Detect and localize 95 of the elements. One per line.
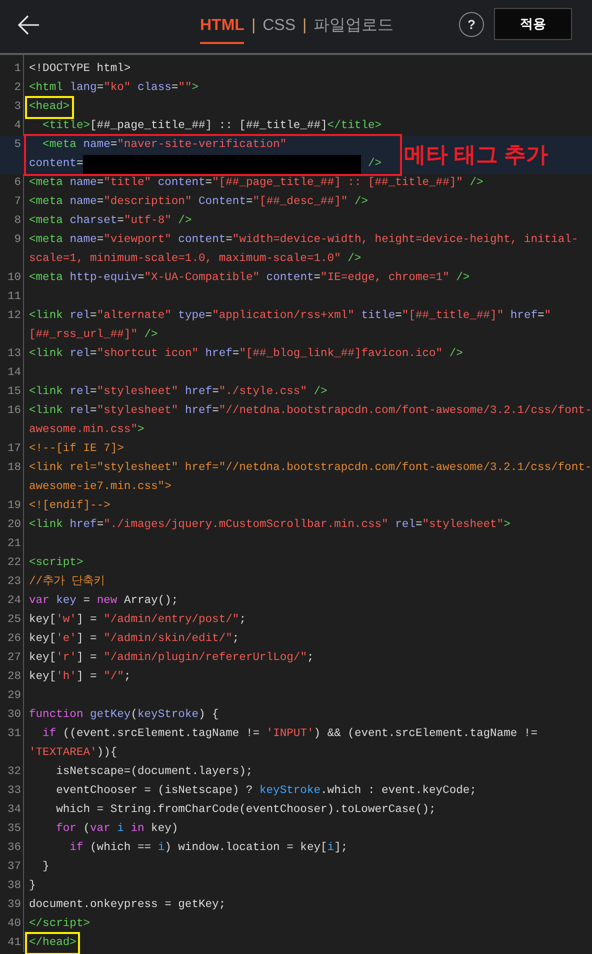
help-button[interactable]: ? [459, 12, 484, 37]
line-number: 36 [7, 842, 21, 854]
code-line: <meta name="viewport" content="width=device-width, height=device-height, initial- [29, 232, 578, 248]
code-line: } [29, 878, 36, 894]
line-number: 15 [7, 386, 21, 398]
line-number: 29 [7, 690, 21, 702]
tab[interactable]: HTML [200, 8, 244, 44]
line-number: 4 [14, 120, 21, 132]
line-number: 25 [7, 614, 21, 626]
line-number: 9 [14, 234, 21, 246]
code-line: [##_rss_url_##]" /> [29, 328, 158, 343]
code-line: awesome-ie7.min.css"> [29, 480, 172, 495]
line-number: 21 [7, 538, 21, 550]
line-number: 34 [7, 804, 21, 816]
line-number: 14 [7, 367, 21, 379]
line-number: 30 [7, 709, 21, 721]
line-number: 10 [7, 272, 21, 284]
code-text: /> [367, 156, 382, 172]
line-number: 27 [7, 652, 21, 664]
code-line: </script> [29, 916, 90, 932]
code-line: key['e'] = "/admin/skin/edit/"; [29, 632, 240, 647]
line-number: 19 [7, 500, 21, 512]
line-number: 3 [14, 101, 21, 113]
line-number: 11 [7, 291, 21, 303]
line-number: 40 [7, 918, 21, 930]
code-text: content [29, 157, 76, 172]
code-line: document.onkeypress = getKey; [29, 898, 226, 913]
line-number: 17 [7, 443, 21, 455]
line-number: 5 [14, 139, 21, 151]
code-line: eventChooser = (isNetscape) ? keyStroke.which : event.keyCode; [55, 784, 476, 799]
code-line: <![endif]--> [29, 498, 110, 514]
line-number: 32 [7, 766, 21, 778]
line-number: 8 [14, 215, 21, 227]
code-line: if ((event.srcElement.tagName != 'INPUT') && (event.srcElement.tagName != [42, 726, 538, 742]
tab-separator: | [302, 16, 307, 36]
annotation-label: 메타 태그 추가 [404, 142, 548, 168]
line-number: 2 [14, 82, 21, 94]
line-number: 1 [14, 63, 21, 75]
line-number: 31 [7, 728, 21, 740]
line-number: 16 [7, 405, 21, 417]
code-line: key['r'] = "/admin/plugin/refererUrlLog/"; [29, 650, 314, 666]
code-line: <link rel="stylesheet" href="//netdna.bootstrapcdn.com/font-awesome/3.2.1/css/font- [29, 460, 592, 476]
line-number: 6 [14, 177, 21, 189]
line-number: 20 [7, 519, 21, 531]
code-line: <html lang="ko" class=""> [29, 80, 199, 96]
tab[interactable]: CSS [262, 8, 296, 44]
line-number: 12 [7, 310, 21, 322]
line-number: 23 [7, 576, 21, 588]
code-line: key['w'] = "/admin/entry/post/"; [29, 612, 246, 628]
code-line: <link rel="shortcut icon" href="[##_blog_link_##]favicon.ico" /> [29, 346, 463, 362]
code-line: <script> [29, 556, 84, 571]
code-line: scale=1, minimum-scale=1.0, maximum-scale=1.0" /> [29, 252, 362, 267]
code-line: <meta name="description" Content="[##_desc_##]" /> [29, 194, 368, 210]
code-line: which = String.fromCharCode(eventChooser).toLowerCase(); [55, 802, 436, 818]
line-number: 24 [7, 595, 21, 607]
code-line: <link rel="alternate" type="application/rss+xml" title="[##_title_##]" href=" [29, 308, 552, 324]
line-number: 33 [7, 785, 21, 797]
code-line: <meta http-equiv="X-UA-Compatible" content="IE=edge, chrome=1" /> [29, 270, 470, 286]
code-line: <meta charset="utf-8" /> [29, 214, 192, 229]
code-line: <meta name="naver-site-verification" [42, 138, 287, 153]
code-line: if (which == i) window.location = key[i]; [68, 840, 348, 856]
code-line: <!DOCTYPE html> [29, 62, 131, 77]
line-number: 38 [7, 880, 21, 892]
code-line: //추가 단축키 [29, 574, 104, 590]
code-line: <link rel="stylesheet" href="//netdna.bootstrapcdn.com/font-awesome/3.2.1/css/font- [29, 404, 592, 419]
code-line: <meta name="title" content="[##_page_title_##] :: [##_title_##]" /> [29, 176, 484, 191]
line-number: 18 [7, 462, 21, 474]
code-line: <title>[##_page_title_##] :: [##_title_##]</title> [42, 118, 382, 134]
code-line: <link href="./images/jquery.mCustomScrollbar.min.css" rel="stylesheet"> [29, 518, 510, 533]
code-line: <!--[if IE 7]> [29, 442, 124, 457]
back-arrow-icon [17, 15, 41, 35]
line-number: 35 [7, 823, 21, 835]
line-number: 26 [7, 633, 21, 645]
tab-separator: | [251, 16, 256, 36]
line-number: 7 [14, 196, 21, 208]
code-line: function getKey(keyStroke) { [29, 708, 219, 723]
code-line: <head> [29, 100, 70, 115]
code-line: var key = new Array(); [29, 594, 178, 609]
code-line: isNetscape=(document.layers); [55, 764, 253, 780]
code-line: </head> [29, 936, 76, 951]
code-line: key['h'] = "/"; [29, 670, 131, 685]
line-number: 41 [7, 937, 21, 949]
code-line: 'TEXTAREA')){ [29, 746, 118, 761]
line-number: 22 [7, 557, 21, 569]
line-number: 28 [7, 671, 21, 683]
line-number: 39 [7, 899, 21, 911]
line-number: 13 [7, 348, 21, 360]
code-text: = [76, 157, 84, 172]
code-line: } [42, 860, 50, 875]
apply-button[interactable]: 적용 [494, 8, 572, 40]
tab[interactable]: 파일업로드 [314, 8, 394, 44]
code-line: <link rel="stylesheet" href="./style.css" /> [29, 384, 328, 400]
code-line: for (var i in key) [55, 822, 178, 837]
code-line: awesome.min.css"> [29, 422, 144, 438]
line-number: 37 [7, 861, 21, 873]
